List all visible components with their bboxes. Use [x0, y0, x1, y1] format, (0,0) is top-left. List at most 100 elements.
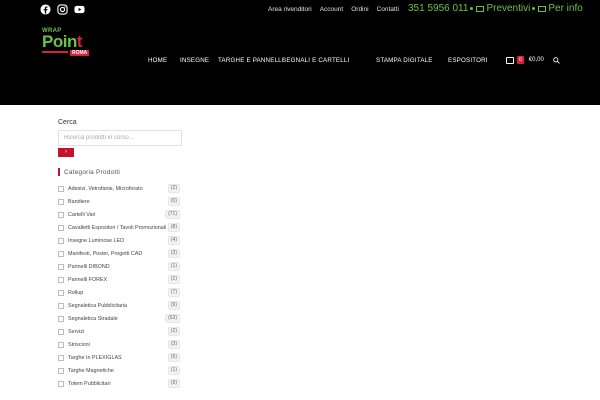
nav-segnali-cartelli[interactable]: SEGNALI E CARTELLI — [282, 57, 349, 64]
phone-number[interactable]: 351 5956 011 — [408, 3, 468, 14]
category-count: (8) — [167, 223, 180, 232]
nav-home[interactable]: HOME — [148, 57, 167, 64]
category-label: Striscioni — [68, 341, 90, 348]
category-label: Manifesti, Poster, Progetti CAD — [68, 250, 143, 257]
category-item[interactable]: Pannelli FOREX (1) — [58, 273, 182, 286]
checkbox[interactable] — [58, 302, 64, 309]
mail-icon — [538, 5, 547, 12]
category-count: (63) — [165, 314, 180, 323]
top-links: Area rivenditori Account Ordini Contatti — [268, 6, 399, 13]
checkbox[interactable] — [58, 263, 64, 270]
category-item[interactable]: Servizi (2) — [58, 325, 182, 338]
cart-widget[interactable]: 0 €0,00 — [506, 56, 544, 64]
category-count: (4) — [167, 236, 180, 245]
search-icon[interactable] — [553, 57, 560, 64]
category-label: Insegne Luminose LED — [68, 237, 125, 244]
nav-stampa-digitale[interactable]: STAMPA DIGITALE — [376, 57, 433, 64]
checkbox[interactable] — [58, 315, 64, 322]
checkbox[interactable] — [58, 341, 64, 348]
link-ordini[interactable]: Ordini — [351, 6, 368, 13]
category-item[interactable]: Cavalletti Espositori / Tavoli Promozion… — [58, 221, 182, 234]
nav-espositori[interactable]: ESPOSITORI — [448, 57, 488, 64]
category-count: (7) — [167, 288, 180, 297]
category-item[interactable]: Cartelli Vari (71) — [58, 208, 182, 221]
category-title-text: Categoria Prodotti — [64, 168, 120, 176]
logo-point-red-part: t — [76, 32, 83, 51]
site-header: WRAP Point ROMA HOME INSEGNE TARGHE E PA… — [0, 20, 600, 105]
category-label: Totem Pubblicitari — [68, 380, 111, 387]
category-label: Cavalletti Espositori / Tavoli Promozion… — [68, 224, 167, 231]
product-search-input[interactable] — [58, 130, 182, 146]
category-item[interactable]: Pannelli DIBOND (1) — [58, 260, 182, 273]
nav-insegne[interactable]: INSEGNE — [180, 57, 209, 64]
cart-total: €0,00 — [528, 57, 544, 63]
checkbox[interactable] — [58, 250, 64, 257]
search-submit-button[interactable]: › — [58, 148, 74, 157]
category-count: (9) — [167, 301, 180, 310]
category-label: Segnaletica Pubblicitaria — [68, 302, 128, 309]
category-count: (5) — [167, 353, 180, 362]
facebook-icon[interactable] — [40, 4, 51, 15]
checkbox[interactable] — [58, 289, 64, 296]
category-label: Targhe Magnetiche — [68, 367, 114, 374]
contact-info: 351 5956 011 Preventivi Per info — [408, 3, 583, 14]
category-label: Cartelli Vari — [68, 211, 96, 218]
link-area-rivenditori[interactable]: Area rivenditori — [268, 6, 312, 13]
category-item[interactable]: Adesivi, Vetrofanie, Microforato (2) — [58, 182, 182, 195]
category-item[interactable]: Totem Pubblicitari (9) — [58, 377, 182, 390]
category-count: (3) — [167, 340, 180, 349]
preventivi-link[interactable]: Preventivi — [486, 3, 530, 14]
category-label: Pannelli FOREX — [68, 276, 108, 283]
logo-red-bar — [42, 51, 68, 53]
nav-targhe-pannelli[interactable]: TARGHE E PANNELLI — [218, 57, 284, 64]
category-item[interactable]: Insegne Luminose LED (4) — [58, 234, 182, 247]
instagram-icon[interactable] — [57, 4, 68, 15]
site-logo[interactable]: WRAP Point ROMA — [42, 28, 92, 56]
checkbox[interactable] — [58, 211, 64, 218]
category-label: Segnaletica Stradale — [68, 315, 118, 322]
checkbox[interactable] — [58, 354, 64, 361]
category-label: Bandiere — [68, 198, 90, 205]
category-item[interactable]: Segnaletica Pubblicitaria (9) — [58, 299, 182, 312]
category-count: (1) — [167, 275, 180, 284]
per-info-link[interactable]: Per info — [548, 3, 582, 14]
search-label: Cerca — [58, 119, 77, 126]
cart-count-badge: 0 — [517, 56, 524, 64]
separator-dot — [532, 7, 536, 10]
category-item[interactable]: Segnaletica Stradale (63) — [58, 312, 182, 325]
mail-icon — [476, 5, 485, 12]
checkbox[interactable] — [58, 367, 64, 374]
category-title: Categoria Prodotti — [58, 168, 182, 176]
checkbox[interactable] — [58, 328, 64, 335]
link-contatti[interactable]: Contatti — [377, 6, 399, 13]
top-bar: Area rivenditori Account Ordini Contatti… — [0, 0, 600, 20]
category-count: (3) — [167, 249, 180, 258]
category-count: (9) — [167, 379, 180, 388]
category-list: Adesivi, Vetrofanie, Microforato (2) Band… — [58, 182, 182, 390]
category-label: Pannelli DIBOND — [68, 263, 110, 270]
checkbox[interactable] — [58, 380, 64, 387]
category-item[interactable]: Targhe In PLEXIGLAS (5) — [58, 351, 182, 364]
category-item[interactable]: Rollup (7) — [58, 286, 182, 299]
category-item[interactable]: Bandiere (0) — [58, 195, 182, 208]
checkbox[interactable] — [58, 198, 64, 205]
checkbox[interactable] — [58, 276, 64, 283]
separator-dot — [470, 7, 474, 10]
category-label: Servizi — [68, 328, 85, 335]
category-item[interactable]: Targhe Magnetiche (1) — [58, 364, 182, 377]
category-item[interactable]: Manifesti, Poster, Progetti CAD (3) — [58, 247, 182, 260]
category-label: Adesivi, Vetrofanie, Microforato — [68, 185, 143, 192]
category-label: Rollup — [68, 289, 84, 296]
link-account[interactable]: Account — [320, 6, 344, 13]
category-item[interactable]: Striscioni (3) — [58, 338, 182, 351]
youtube-icon[interactable] — [74, 4, 85, 15]
checkbox[interactable] — [58, 224, 64, 231]
logo-point-part: Poin — [42, 32, 77, 51]
sidebar: Cerca › Categoria Prodotti Adesivi, Vetr… — [58, 119, 182, 390]
checkbox[interactable] — [58, 185, 64, 192]
category-count: (71) — [165, 210, 180, 219]
social-links — [40, 4, 85, 15]
category-count: (1) — [167, 366, 180, 375]
logo-roma-text: ROMA — [70, 50, 90, 56]
checkbox[interactable] — [58, 237, 64, 244]
